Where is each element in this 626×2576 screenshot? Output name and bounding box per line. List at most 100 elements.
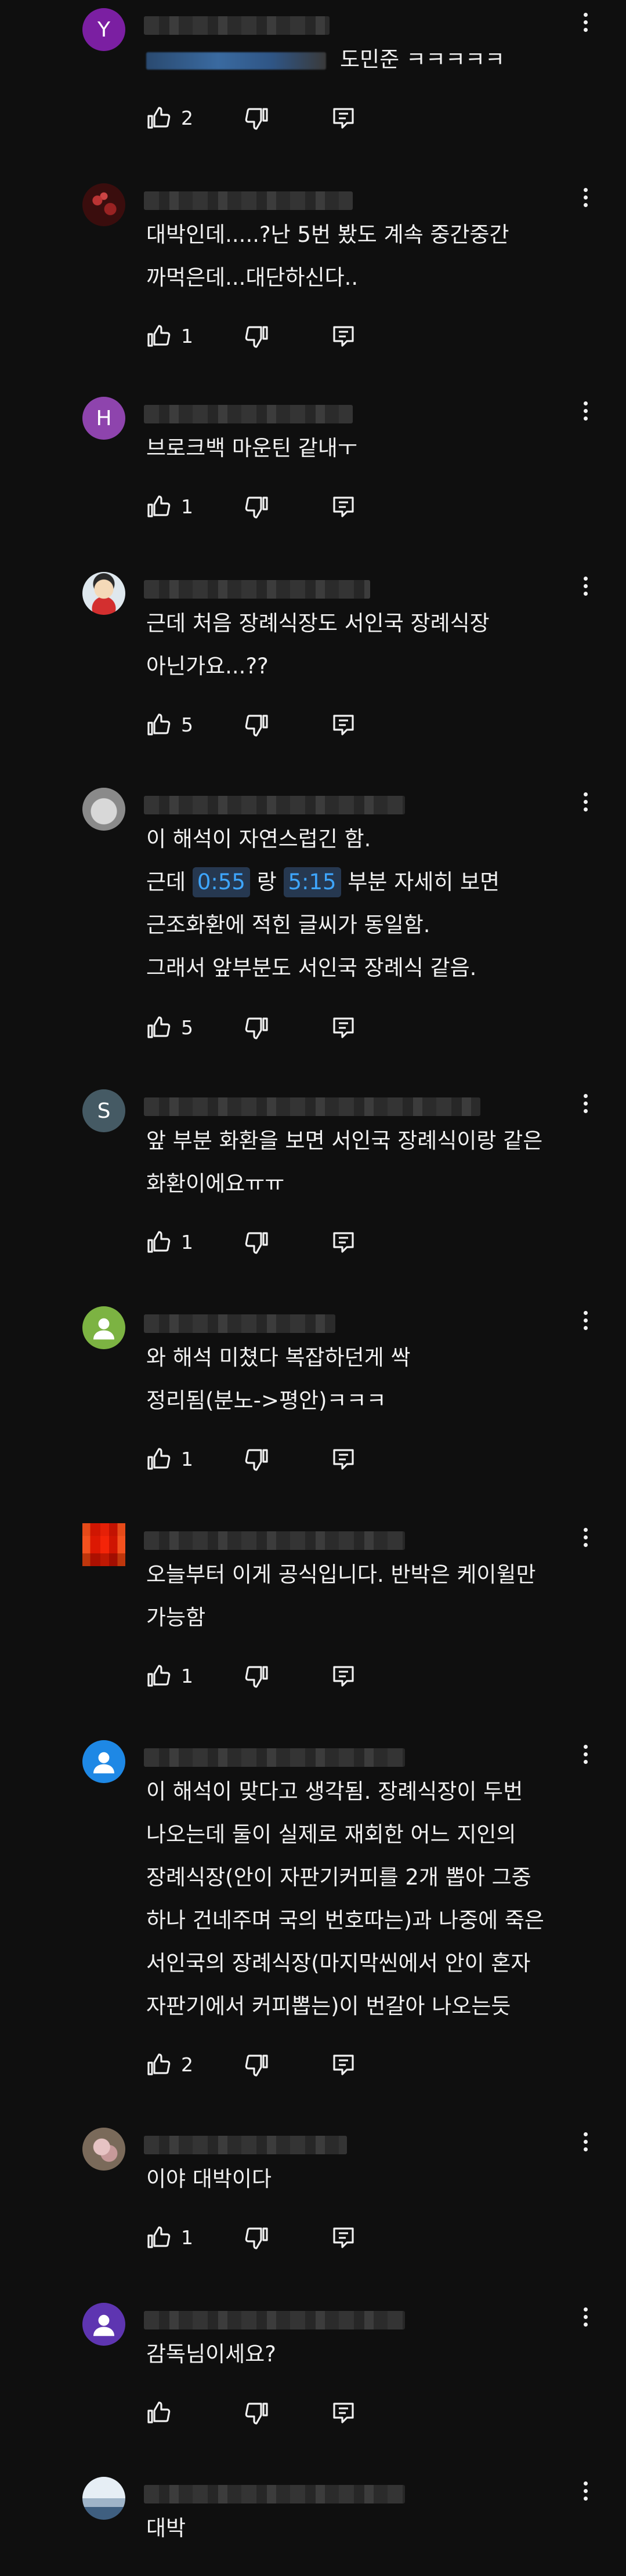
author-name-blurred[interactable]	[144, 16, 330, 35]
thumb-down-icon	[245, 2055, 268, 2077]
more-options-icon[interactable]	[577, 398, 594, 423]
reply-button[interactable]	[330, 1445, 357, 1473]
mention-link-blurred[interactable]	[146, 52, 326, 70]
avatar[interactable]	[82, 2128, 125, 2171]
comment-line: 부분 자세히 보면	[341, 869, 500, 894]
like-button[interactable]	[145, 104, 173, 132]
avatar[interactable]	[82, 183, 125, 226]
avatar[interactable]: Y	[82, 8, 125, 51]
comment-actions: 1	[145, 1445, 377, 1473]
dislike-button[interactable]	[243, 2051, 270, 2079]
reply-button[interactable]	[330, 2224, 357, 2252]
dislike-button[interactable]	[243, 323, 270, 350]
reply-icon	[333, 2403, 354, 2423]
dislike-button[interactable]	[243, 2399, 270, 2427]
dislike-button[interactable]	[243, 2224, 270, 2252]
thumb-down-icon	[245, 326, 268, 348]
thumb-down-icon	[245, 1232, 268, 1254]
comment-actions	[145, 2399, 377, 2427]
like-button[interactable]	[145, 1662, 173, 1690]
avatar[interactable]	[82, 788, 125, 831]
author-name-blurred[interactable]	[144, 2485, 405, 2503]
timestamp-link[interactable]: 5:15	[283, 867, 341, 897]
comment-line: 근데	[146, 869, 193, 894]
more-options-icon[interactable]	[577, 2304, 594, 2329]
like-button[interactable]	[145, 1445, 173, 1473]
reply-button[interactable]	[330, 2051, 357, 2079]
like-button[interactable]	[145, 1229, 173, 1256]
like-button[interactable]	[145, 2051, 173, 2079]
author-name-blurred[interactable]	[144, 1748, 405, 1767]
thumb-up-icon	[147, 1231, 171, 1253]
author-name-blurred[interactable]	[144, 191, 353, 210]
avatar[interactable]	[82, 1523, 125, 1566]
comment-line: 이 해석이 자연스럽긴 함.	[146, 827, 371, 852]
like-count: 1	[181, 1231, 193, 1253]
avatar[interactable]	[82, 1306, 125, 1349]
more-options-icon[interactable]	[577, 9, 594, 35]
dislike-button[interactable]	[243, 104, 270, 132]
more-options-icon[interactable]	[577, 1741, 594, 1767]
like-count: 5	[181, 713, 193, 736]
more-options-icon[interactable]	[577, 1090, 594, 1116]
like-button[interactable]	[145, 493, 173, 521]
more-options-icon[interactable]	[577, 2478, 594, 2503]
reply-icon	[333, 1449, 354, 1470]
dislike-button[interactable]	[243, 1445, 270, 1473]
more-options-icon[interactable]	[577, 573, 594, 599]
avatar[interactable]	[82, 2477, 125, 2520]
more-options-icon[interactable]	[577, 789, 594, 814]
default-person-icon	[93, 1752, 114, 1774]
more-options-icon[interactable]	[577, 1524, 594, 1550]
thumb-down-icon	[245, 1017, 268, 1039]
comment-text: 대박	[146, 2516, 186, 2541]
author-name-blurred[interactable]	[144, 1531, 405, 1550]
default-person-icon	[93, 2314, 114, 2336]
like-button[interactable]	[145, 711, 173, 739]
comment-actions: 5	[145, 711, 377, 739]
thumb-down-icon	[245, 108, 268, 130]
author-name-blurred[interactable]	[144, 1097, 480, 1116]
reply-button[interactable]	[330, 104, 357, 132]
comment-text: 이 해석이 맞다고 생각됨. 장례식장이 두번 나오는데 둘이 실제로 재회한 …	[146, 1779, 544, 2019]
reply-icon	[333, 2227, 354, 2248]
dislike-button[interactable]	[243, 1662, 270, 1690]
more-options-icon[interactable]	[577, 1307, 594, 1333]
dislike-button[interactable]	[243, 493, 270, 521]
more-options-icon[interactable]	[577, 184, 594, 210]
more-options-icon[interactable]	[577, 2129, 594, 2154]
like-count: 1	[181, 2226, 193, 2249]
reply-icon	[333, 1017, 354, 1038]
reply-button[interactable]	[330, 711, 357, 739]
like-button[interactable]	[145, 1014, 173, 1042]
reply-button[interactable]	[330, 493, 357, 521]
avatar[interactable]	[82, 572, 125, 615]
author-name-blurred[interactable]	[144, 1314, 335, 1333]
comment-line: 근조화환에 적힌 글씨가 동일함.	[146, 912, 430, 937]
author-name-blurred[interactable]	[144, 580, 370, 599]
dislike-button[interactable]	[243, 1014, 270, 1042]
reply-button[interactable]	[330, 1662, 357, 1690]
avatar[interactable]	[82, 2303, 125, 2346]
avatar[interactable]: S	[82, 1089, 125, 1132]
avatar[interactable]	[82, 1740, 125, 1783]
dislike-button[interactable]	[243, 711, 270, 739]
comment-text: 와 해석 미쳤다 복잡하던게 싹 정리됨(분노->평안)ㅋㅋㅋ	[146, 1345, 411, 1413]
author-name-blurred[interactable]	[144, 2136, 347, 2154]
comment-text: 앞 부분 화환을 보면 서인국 장례식이랑 같은 화환이에요ㅠㅠ	[146, 1128, 543, 1196]
reply-button[interactable]	[330, 1014, 357, 1042]
author-name-blurred[interactable]	[144, 796, 405, 814]
reply-button[interactable]	[330, 2399, 357, 2427]
avatar[interactable]: H	[82, 397, 125, 440]
author-name-blurred[interactable]	[144, 405, 353, 423]
default-person-icon	[93, 1318, 114, 1340]
reply-icon	[333, 1232, 354, 1253]
like-button[interactable]	[145, 2399, 173, 2427]
like-button[interactable]	[145, 2224, 173, 2252]
like-button[interactable]	[145, 323, 173, 350]
reply-button[interactable]	[330, 323, 357, 350]
author-name-blurred[interactable]	[144, 2311, 405, 2329]
reply-button[interactable]	[330, 1229, 357, 1256]
timestamp-link[interactable]: 0:55	[192, 867, 250, 897]
dislike-button[interactable]	[243, 1229, 270, 1256]
